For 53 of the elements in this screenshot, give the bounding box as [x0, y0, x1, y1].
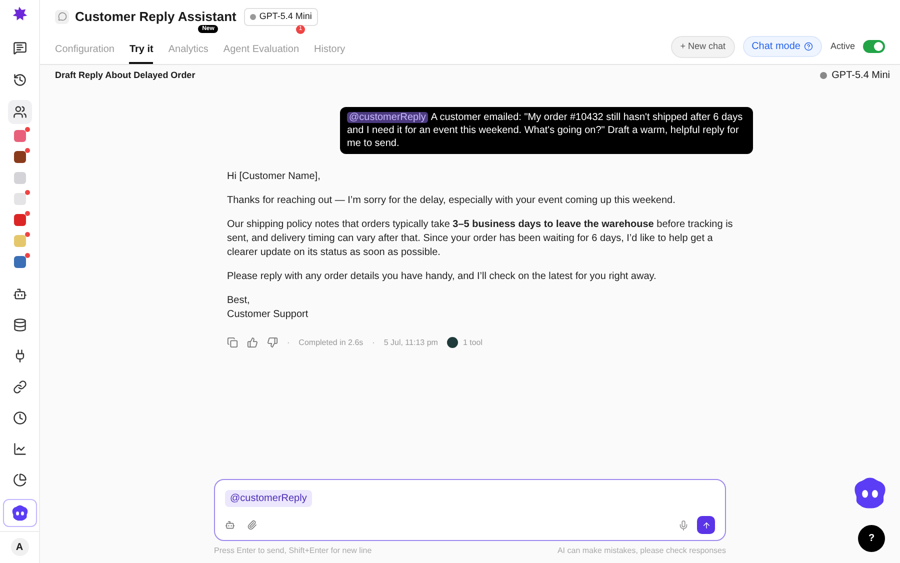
reply-paragraph: Thanks for reaching out — I’m sorry for the delay, especially with your event coming up this weekend. [227, 194, 676, 208]
clock-icon [12, 411, 26, 425]
agent-title: Customer Reply Assistant [75, 8, 236, 26]
arrow-up-icon [702, 520, 710, 530]
send-button[interactable] [697, 516, 715, 534]
disclaimer: AI can make mistakes, please check responses [557, 545, 726, 557]
robot-icon [12, 287, 26, 301]
sidebar-item[interactable] [2, 499, 36, 527]
mention-chip: @customerReply [225, 490, 312, 507]
history-icon [12, 73, 26, 87]
tab[interactable]: Try it [129, 42, 154, 64]
active-toggle[interactable] [863, 40, 885, 54]
conversation-title: Draft Reply About Delayed Order [55, 68, 196, 82]
model-label: GPT-5.4 Mini [820, 68, 890, 83]
completed-time: Completed in 2.6s [298, 336, 364, 349]
active-label: Active [830, 40, 855, 53]
logo-icon [12, 6, 28, 22]
microphone-icon[interactable] [678, 520, 689, 530]
database-icon [12, 318, 26, 332]
reply-paragraph: Our shipping policy notes that orders typically take 3–5 business days to leave the warehouse before tracking is sent, and delivery timing can vary after that. Since your order has been waiting for 6 days, I’d like to help get a clearer update on its status as soon as possible. [227, 218, 734, 260]
pie-chart-icon [12, 473, 26, 487]
copy-icon[interactable] [227, 337, 238, 348]
user-avatar[interactable]: A [10, 538, 28, 556]
link-icon [12, 380, 26, 394]
user-message: @customerReply A customer emailed: "My order #10432 still hasn't shipped after 6 days and I need it for an event this weekend. What's going on?" Draft a warm, helpful reply for me to send. [340, 106, 753, 154]
sidebar-item[interactable] [8, 100, 32, 124]
info-icon [804, 42, 814, 52]
mascot-icon [852, 475, 888, 511]
message-composer[interactable]: @customerReply [214, 479, 726, 541]
robot-icon[interactable] [225, 520, 235, 530]
speech-bubble-icon [55, 10, 69, 24]
mascot-icon [10, 504, 28, 522]
signoff-line: Best, [227, 294, 251, 308]
separator-dot: · [287, 336, 290, 348]
help-button[interactable]: ? [858, 525, 885, 552]
chat-mode-button[interactable]: Chat mode [742, 36, 822, 58]
new-chat-button[interactable]: + New chat [671, 36, 735, 58]
model-badge[interactable]: GPT-5.4 Mini [244, 8, 318, 26]
attach-icon[interactable] [247, 520, 257, 530]
timestamp: 5 Jul, 11:13 pm [384, 336, 438, 349]
toggle-knob [874, 42, 883, 52]
line-chart-icon [12, 442, 26, 456]
reply-paragraph: Please reply with any order details you have handy, and I’ll check on the latest for you right away. [227, 270, 658, 284]
input-hint: Press Enter to send, Shift+Enter for new line [214, 545, 372, 557]
signoff-line: Customer Support [227, 308, 310, 322]
chat-icon [12, 41, 26, 55]
users-icon [12, 105, 26, 119]
tool-count: 1 tool [462, 336, 483, 348]
thumbs-down-icon[interactable] [267, 337, 278, 348]
reply-paragraph: Hi [Customer Name], [227, 170, 322, 184]
mention-chip: @customerReply [347, 112, 428, 122]
thumbs-up-icon[interactable] [247, 337, 258, 348]
separator-dot: · [372, 336, 375, 348]
